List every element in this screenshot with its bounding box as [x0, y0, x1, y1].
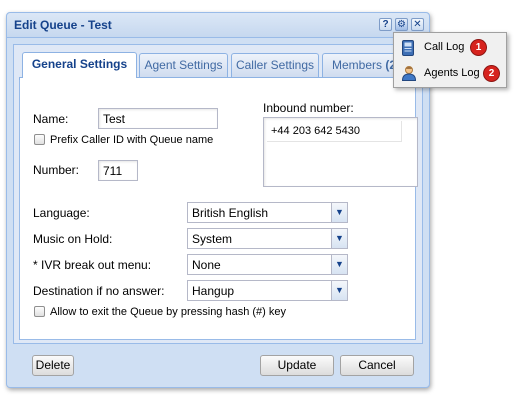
- tab-general-settings[interactable]: General Settings: [22, 52, 137, 78]
- menu-item-call-log[interactable]: Call Log 1: [394, 35, 506, 61]
- music-on-hold-label: Music on Hold:: [33, 232, 113, 246]
- destination-value: Hangup: [192, 284, 235, 298]
- tab-label: Members: [332, 58, 383, 72]
- allow-exit-label: Allow to exit the Queue by pressing hash…: [50, 306, 287, 318]
- name-label: Name:: [33, 112, 69, 126]
- menu-item-agents-log[interactable]: Agents Log 2: [394, 61, 506, 87]
- chevron-down-icon[interactable]: ▼: [331, 202, 348, 223]
- language-label: Language:: [33, 206, 90, 220]
- ivr-break-out-value: None: [192, 258, 221, 272]
- inbound-number-list[interactable]: +44 203 642 5430: [263, 117, 418, 187]
- delete-button[interactable]: Delete: [32, 355, 74, 376]
- allow-exit-checkbox[interactable]: [34, 306, 45, 317]
- tab-members[interactable]: Members (2): [322, 53, 404, 77]
- name-input[interactable]: Test: [98, 108, 218, 129]
- close-icon[interactable]: ✕: [411, 18, 424, 31]
- window-title: Edit Queue - Test: [14, 18, 112, 32]
- ivr-break-out-select[interactable]: None ▼: [187, 254, 348, 275]
- menu-item-label: Call Log: [424, 41, 465, 53]
- agents-log-icon: [401, 66, 417, 81]
- music-on-hold-select[interactable]: System ▼: [187, 228, 348, 249]
- menu-item-label: Agents Log: [424, 67, 480, 79]
- help-icon[interactable]: ?: [379, 18, 392, 31]
- tools-dropdown-menu: Call Log 1 Agents Log 2: [393, 32, 507, 88]
- tab-label: General Settings: [31, 57, 128, 71]
- chevron-down-icon[interactable]: ▼: [331, 228, 348, 249]
- tab-panel: General Settings Agent Settings Caller S…: [13, 44, 423, 344]
- notification-badge: 1: [471, 40, 486, 55]
- notification-badge: 2: [484, 66, 499, 81]
- destination-label: Destination if no answer:: [33, 284, 165, 298]
- general-settings-form: Name: Test Prefix Caller ID with Queue n…: [19, 80, 418, 340]
- update-button[interactable]: Update: [260, 355, 334, 376]
- prefix-caller-id-checkbox[interactable]: [34, 134, 45, 145]
- tab-label: Agent Settings: [144, 58, 223, 72]
- tab-agent-settings[interactable]: Agent Settings: [139, 53, 228, 77]
- destination-select[interactable]: Hangup ▼: [187, 280, 348, 301]
- language-select[interactable]: British English ▼: [187, 202, 348, 223]
- window-titlebar[interactable]: Edit Queue - Test ? ⚙ ✕: [7, 13, 429, 38]
- ivr-break-out-label: * IVR break out menu:: [33, 258, 152, 272]
- edit-queue-window: Edit Queue - Test ? ⚙ ✕ General Settings…: [6, 12, 430, 388]
- gear-icon[interactable]: ⚙: [395, 18, 408, 31]
- number-input[interactable]: 711: [98, 160, 138, 181]
- language-value: British English: [192, 206, 269, 220]
- number-label: Number:: [33, 163, 80, 177]
- tab-label: Caller Settings: [235, 58, 315, 72]
- inbound-number-item[interactable]: +44 203 642 5430: [267, 121, 402, 142]
- call-log-icon: [402, 40, 414, 56]
- cancel-button[interactable]: Cancel: [340, 355, 414, 376]
- chevron-down-icon[interactable]: ▼: [331, 280, 348, 301]
- tab-caller-settings[interactable]: Caller Settings: [231, 53, 319, 77]
- chevron-down-icon[interactable]: ▼: [331, 254, 348, 275]
- inbound-number-label: Inbound number:: [263, 101, 354, 115]
- music-on-hold-value: System: [192, 232, 233, 246]
- prefix-caller-id-label: Prefix Caller ID with Queue name: [50, 134, 214, 146]
